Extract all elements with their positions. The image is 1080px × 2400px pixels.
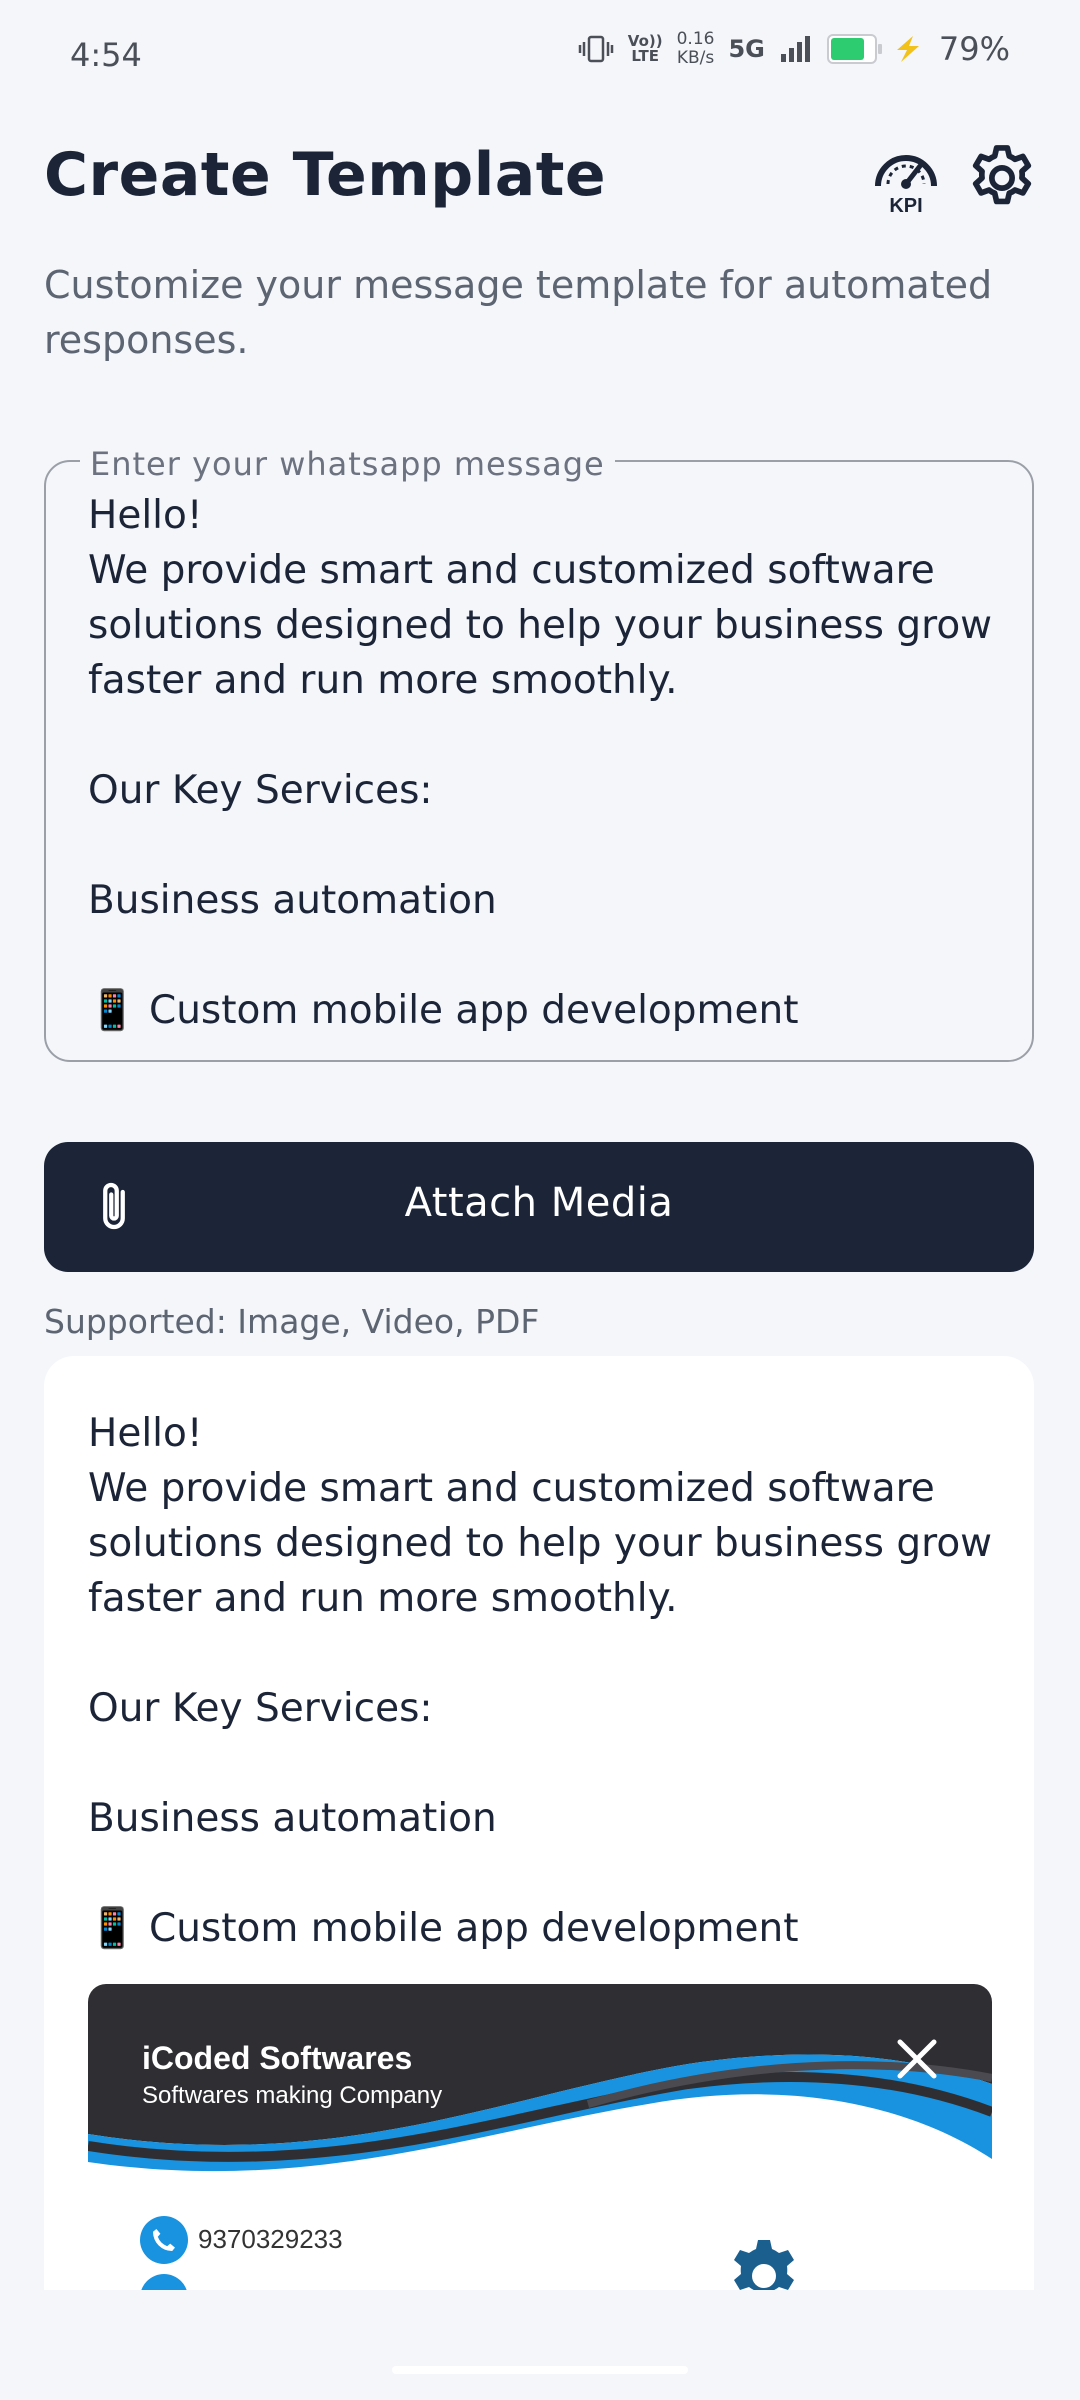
volte-bottom-text: LTE — [631, 47, 659, 65]
vibrate-icon — [578, 35, 614, 63]
status-bar: 4:54 Vo)) LTE 0.16 KB/s 5G 79% — [0, 0, 1080, 110]
media-tagline: Softwares making Company — [142, 2082, 443, 2109]
phone-icon — [140, 2216, 188, 2264]
status-time: 4:54 — [70, 36, 142, 74]
attach-media-button[interactable]: Attach Media — [44, 1142, 1034, 1272]
kpi-dashboard-icon[interactable]: KPI — [868, 140, 944, 216]
message-preview-card: Hello! We provide smart and customized s… — [44, 1356, 1034, 2290]
page-subtitle: Customize your message template for auto… — [44, 263, 993, 362]
speed-unit: KB/s — [676, 48, 715, 68]
supported-formats-text: Supported: Image, Video, PDF — [44, 1302, 540, 1341]
media-brand-name: iCoded Softwares — [142, 2040, 413, 2076]
gear-logo-icon — [734, 2240, 794, 2290]
network-type: 5G — [728, 35, 765, 63]
kpi-icon-text: KPI — [889, 195, 922, 216]
preview-message-text: Hello! We provide smart and customized s… — [88, 1411, 993, 1951]
remove-media-close-icon[interactable] — [894, 2036, 940, 2082]
media-phone-number: 9370329233 — [198, 2224, 343, 2254]
message-field-label: Enter your whatsapp message — [80, 445, 615, 483]
message-input-text[interactable]: Hello! We provide smart and customized s… — [88, 488, 1008, 1048]
network-speed: 0.16 KB/s — [677, 30, 715, 68]
battery-level — [830, 38, 864, 60]
status-icons: Vo)) LTE 0.16 KB/s 5G 79% — [578, 30, 1010, 68]
volte-icon: Vo)) LTE — [628, 34, 663, 64]
speed-value: 0.16 — [676, 29, 715, 49]
battery-icon — [826, 34, 882, 64]
charging-bolt-icon — [896, 36, 919, 62]
signal-icon — [780, 36, 810, 62]
page-title: Create Template — [44, 140, 607, 210]
home-indicator[interactable] — [392, 2366, 688, 2374]
attached-media-image: iCoded Softwares Softwares making Compan… — [88, 1984, 992, 2290]
mail-icon — [140, 2274, 188, 2290]
attach-media-label: Attach Media — [404, 1180, 674, 1226]
battery-percent: 79% — [938, 30, 1010, 68]
settings-gear-icon[interactable] — [964, 140, 1040, 216]
